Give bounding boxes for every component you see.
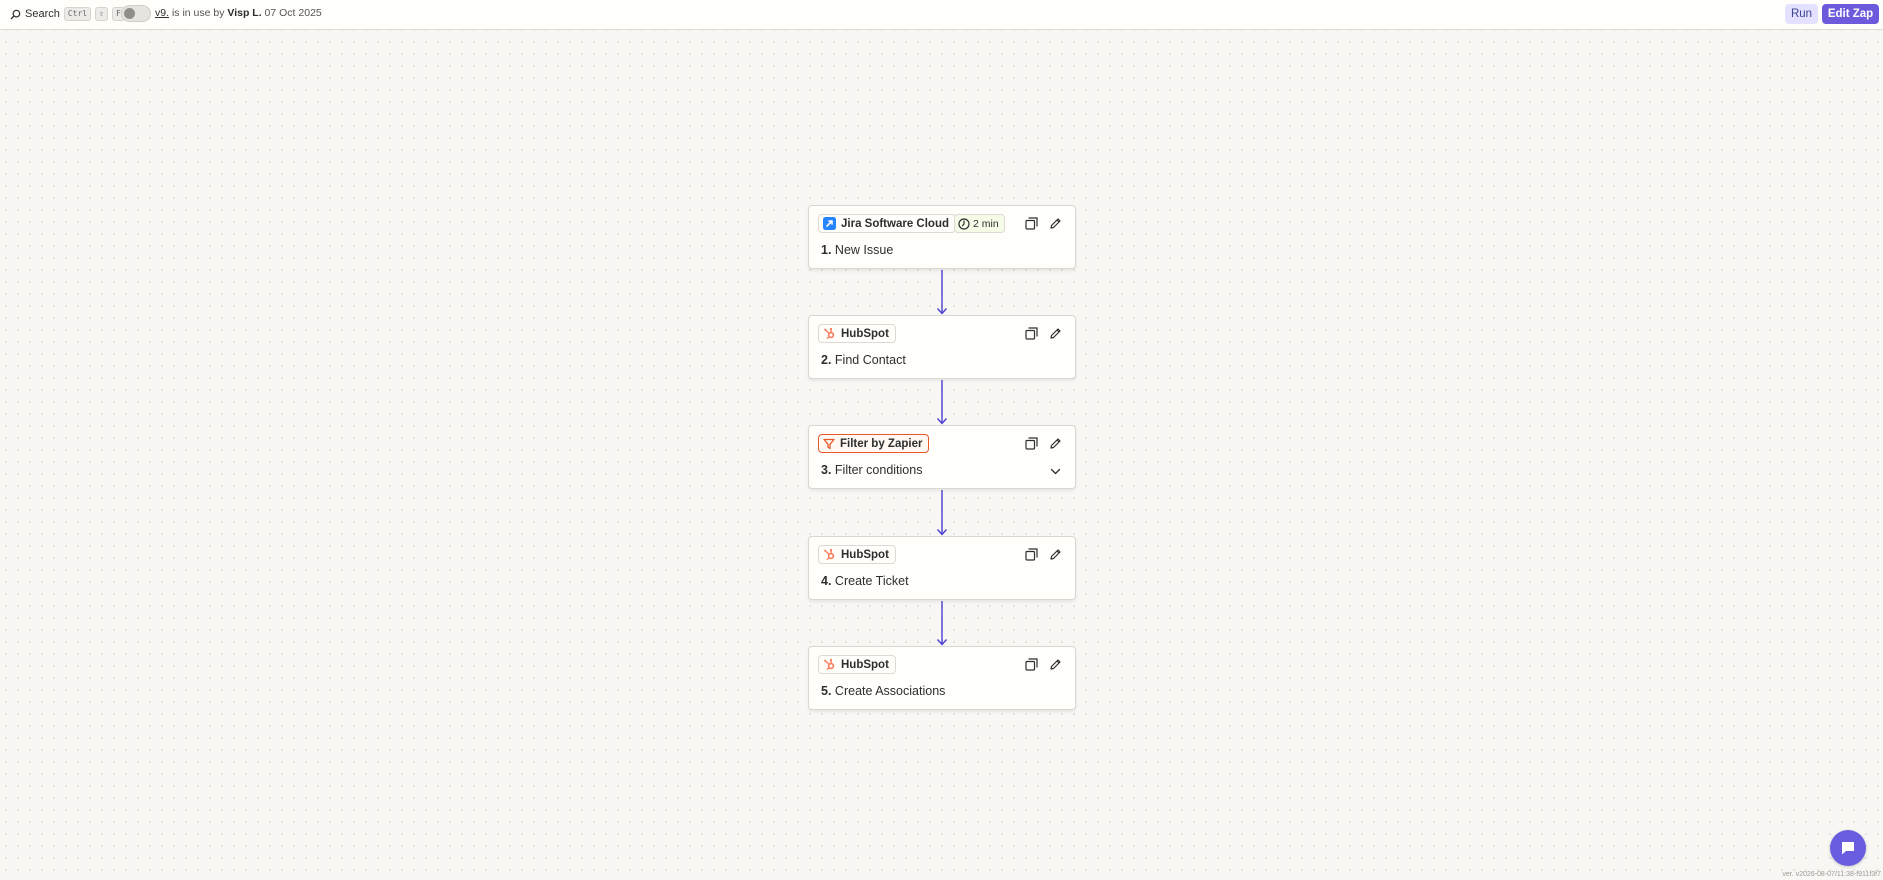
copy-icon[interactable] xyxy=(1025,437,1038,450)
step-number: 5. xyxy=(821,684,832,698)
step-title: 4. Create Ticket xyxy=(821,574,909,588)
pencil-icon[interactable] xyxy=(1049,217,1062,230)
step-title: 1. New Issue xyxy=(821,243,893,257)
edit-zap-button[interactable]: Edit Zap xyxy=(1822,4,1879,24)
step-name: Create Ticket xyxy=(834,574,909,588)
search-icon xyxy=(10,9,21,19)
pencil-icon[interactable] xyxy=(1049,658,1062,671)
step-app-name: HubSpot xyxy=(841,548,889,561)
step-app-chip[interactable]: HubSpot xyxy=(818,655,896,674)
step-app-name: HubSpot xyxy=(841,658,889,671)
zap-step-2[interactable]: HubSpot 2. Find Contact xyxy=(808,315,1076,379)
hubspot-icon xyxy=(823,327,836,340)
step-number: 2. xyxy=(821,353,832,367)
filter-icon xyxy=(823,438,835,450)
step-connector-arrow xyxy=(936,270,948,315)
user-name: Visp L. xyxy=(227,7,262,19)
step-number: 3. xyxy=(821,463,832,477)
zap-on-off-toggle[interactable] xyxy=(121,5,151,22)
pencil-icon[interactable] xyxy=(1049,327,1062,340)
top-bar: Search Ctrl ⇧ F v9. is in use by Visp L.… xyxy=(0,0,1883,30)
chat-support-button[interactable] xyxy=(1830,830,1866,866)
step-app-chip[interactable]: Jira Software Cloud xyxy=(818,214,956,233)
run-button[interactable]: Run xyxy=(1785,4,1818,24)
step-app-name: HubSpot xyxy=(841,327,889,340)
step-connector-arrow xyxy=(936,490,948,536)
version-link[interactable]: v9. xyxy=(155,7,169,19)
search-button[interactable]: Search Ctrl ⇧ F xyxy=(10,7,125,21)
copy-icon[interactable] xyxy=(1025,217,1038,230)
toggle-knob xyxy=(124,8,135,19)
zap-step-3[interactable]: Filter by Zapier 3. Filter conditions xyxy=(808,425,1076,489)
zap-step-4[interactable]: HubSpot 4. Create Ticket xyxy=(808,536,1076,600)
step-title: 2. Find Contact xyxy=(821,353,906,367)
step-name: Create Associations xyxy=(834,684,946,698)
chevron-down-icon[interactable] xyxy=(1049,465,1062,478)
pencil-icon[interactable] xyxy=(1049,548,1062,561)
copy-icon[interactable] xyxy=(1025,658,1038,671)
jira-icon xyxy=(823,217,836,230)
hubspot-icon xyxy=(823,548,836,561)
pencil-icon[interactable] xyxy=(1049,437,1062,450)
version-usage-info: v9. is in use by Visp L. 07 Oct 2025 xyxy=(155,7,322,19)
zap-step-1[interactable]: Jira Software Cloud 2 min 1. New Issue xyxy=(808,205,1076,269)
step-connector-arrow xyxy=(936,380,948,425)
step-app-name: Filter by Zapier xyxy=(840,437,923,450)
step-app-chip[interactable]: HubSpot xyxy=(818,545,896,564)
step-number: 4. xyxy=(821,574,832,588)
chat-bubble-icon xyxy=(1842,842,1854,855)
step-name: Find Contact xyxy=(834,353,906,367)
step-app-chip[interactable]: Filter by Zapier xyxy=(818,434,930,453)
step-number: 1. xyxy=(821,243,832,257)
shortcut-key-shift: ⇧ xyxy=(95,7,108,21)
step-app-chip[interactable]: HubSpot xyxy=(818,324,896,343)
clock-icon xyxy=(958,217,970,230)
shortcut-key-ctrl: Ctrl xyxy=(63,7,92,21)
copy-icon[interactable] xyxy=(1025,548,1038,561)
step-title: 5. Create Associations xyxy=(821,684,945,698)
step-title: 3. Filter conditions xyxy=(821,463,922,477)
version-date: 07 Oct 2025 xyxy=(264,7,322,19)
in-use-text: is in use by xyxy=(171,7,225,19)
polling-interval-badge: 2 min xyxy=(954,214,1005,233)
step-connector-arrow xyxy=(936,601,948,646)
copy-icon[interactable] xyxy=(1025,327,1038,340)
search-label: Search xyxy=(25,8,60,20)
hubspot-icon xyxy=(823,658,836,671)
step-name: Filter conditions xyxy=(834,463,923,477)
step-app-name: Jira Software Cloud xyxy=(841,217,949,230)
build-version: ver. v2026-08-07/11:38-f911f3f7 xyxy=(1782,871,1881,878)
step-name: New Issue xyxy=(834,243,894,257)
zap-step-5[interactable]: HubSpot 5. Create Associations xyxy=(808,646,1076,710)
polling-interval-text: 2 min xyxy=(973,217,999,230)
